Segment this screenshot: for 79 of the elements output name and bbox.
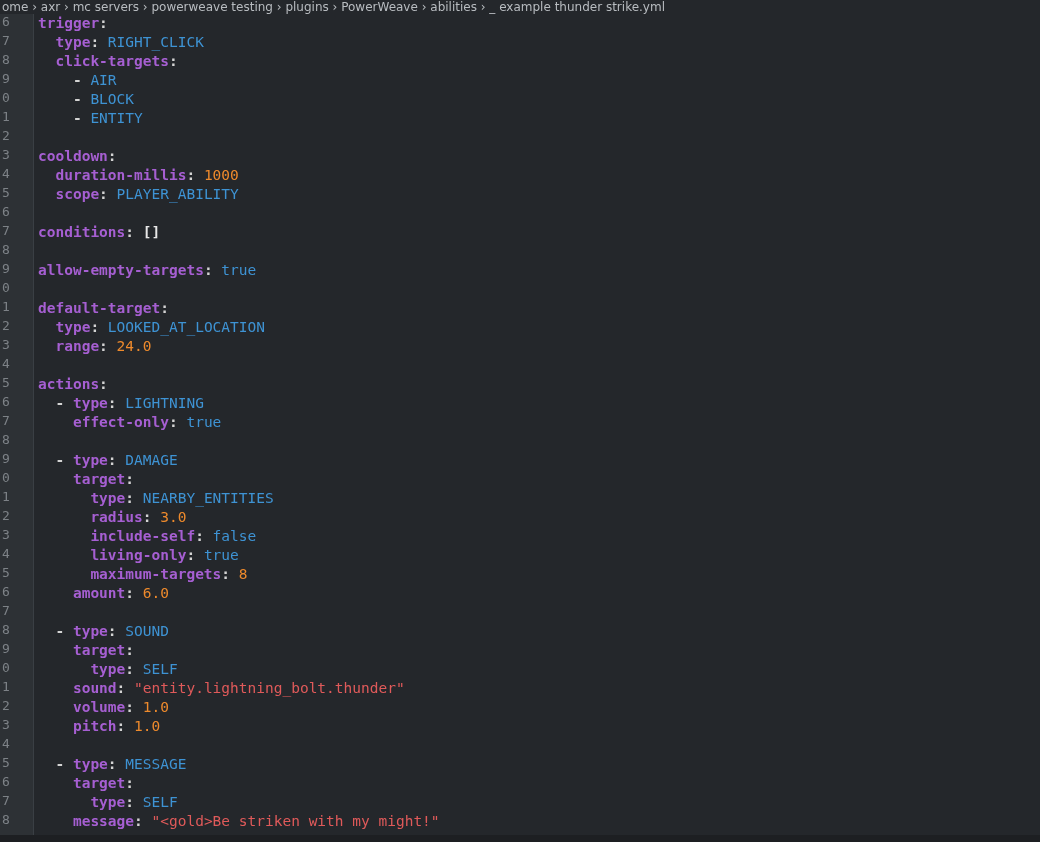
- code-line: type: LOOKED_AT_LOCATION: [54, 319, 265, 335]
- code-line: type: SELF: [89, 661, 178, 677]
- code-line: - type: MESSAGE: [54, 756, 187, 772]
- code-line: duration-millis: 1000: [54, 167, 239, 183]
- line-number: 7: [2, 413, 10, 430]
- code-line: target:: [71, 775, 135, 791]
- line-number: 6: [2, 204, 10, 221]
- code-line: allow-empty-targets: true: [38, 262, 257, 278]
- line-number: 9: [2, 451, 10, 468]
- code-line: maximum-targets: 8: [89, 566, 248, 582]
- code-line: type: SELF: [89, 794, 178, 810]
- line-number: 4: [2, 736, 10, 753]
- line-number: 6: [2, 774, 10, 791]
- line-number: 1: [2, 679, 10, 696]
- line-number: 3: [2, 527, 10, 544]
- line-number: 8: [2, 52, 10, 69]
- code-line: type: NEARBY_ENTITIES: [89, 490, 274, 506]
- code-line: living-only: true: [89, 547, 239, 563]
- code-line: effect-only: true: [71, 414, 222, 430]
- code-line: include-self: false: [89, 528, 257, 544]
- line-number: 8: [2, 622, 10, 639]
- line-number: 2: [2, 318, 10, 335]
- code-line: trigger:: [38, 15, 108, 31]
- code-line: scope: PLAYER_ABILITY: [54, 186, 239, 202]
- line-number: 5: [2, 755, 10, 772]
- line-number: 9: [2, 641, 10, 658]
- code-line: click-targets:: [54, 53, 178, 69]
- line-number: 0: [2, 280, 10, 297]
- line-number: 5: [2, 565, 10, 582]
- line-number: 6: [2, 584, 10, 601]
- line-number: 3: [2, 717, 10, 734]
- code-line: amount: 6.0: [71, 585, 169, 601]
- code-line: - type: DAMAGE: [54, 452, 178, 468]
- line-number: 2: [2, 128, 10, 145]
- line-number: 4: [2, 166, 10, 183]
- code-line: default-target:: [38, 300, 169, 316]
- line-number: 8: [2, 242, 10, 259]
- code-line: type: RIGHT_CLICK: [54, 34, 204, 50]
- line-number: 8: [2, 812, 10, 829]
- line-number: 7: [2, 793, 10, 810]
- code-line: - BLOCK: [71, 91, 135, 107]
- line-number: 0: [2, 470, 10, 487]
- code-line: target:: [71, 471, 135, 487]
- line-number: 9: [2, 71, 10, 88]
- line-number: 6: [2, 14, 10, 31]
- line-number: 1: [2, 109, 10, 126]
- code-line: range: 24.0: [54, 338, 152, 354]
- code-line: sound: "entity.lightning_bolt.thunder": [71, 680, 405, 696]
- line-number: 3: [2, 147, 10, 164]
- code-line: - type: LIGHTNING: [54, 395, 204, 411]
- line-number: 7: [2, 223, 10, 240]
- line-number: 5: [2, 185, 10, 202]
- line-number: 9: [2, 261, 10, 278]
- code-line: - AIR: [71, 72, 117, 88]
- code-line: - ENTITY: [71, 110, 143, 126]
- line-number: 7: [2, 33, 10, 50]
- code-line: pitch: 1.0: [71, 718, 161, 734]
- code-line: - type: SOUND: [54, 623, 169, 639]
- line-number: 8: [2, 432, 10, 449]
- line-number: 5: [2, 375, 10, 392]
- code-line: volume: 1.0: [71, 699, 169, 715]
- line-number: 4: [2, 546, 10, 563]
- code-line: actions:: [38, 376, 108, 392]
- line-number: 2: [2, 698, 10, 715]
- line-number: 4: [2, 356, 10, 373]
- line-number: 2: [2, 508, 10, 525]
- line-number: 6: [2, 394, 10, 411]
- line-number: 0: [2, 660, 10, 677]
- line-number: 3: [2, 337, 10, 354]
- code-line: target:: [71, 642, 135, 658]
- breadcrumb-path: ome › axr › mc servers › powerweave testing › plugins › PowerWeave › abilities › _ example thunder strike.yml: [1, 0, 665, 14]
- code-line: conditions: []: [38, 224, 161, 240]
- line-number: 0: [2, 90, 10, 107]
- line-number: 7: [2, 603, 10, 620]
- line-number: 1: [2, 489, 10, 506]
- line-number: 1: [2, 299, 10, 316]
- code-line: message: "<gold>Be striken with my might!": [71, 813, 440, 829]
- code-line: radius: 3.0: [89, 509, 187, 525]
- code-line: cooldown:: [38, 148, 117, 164]
